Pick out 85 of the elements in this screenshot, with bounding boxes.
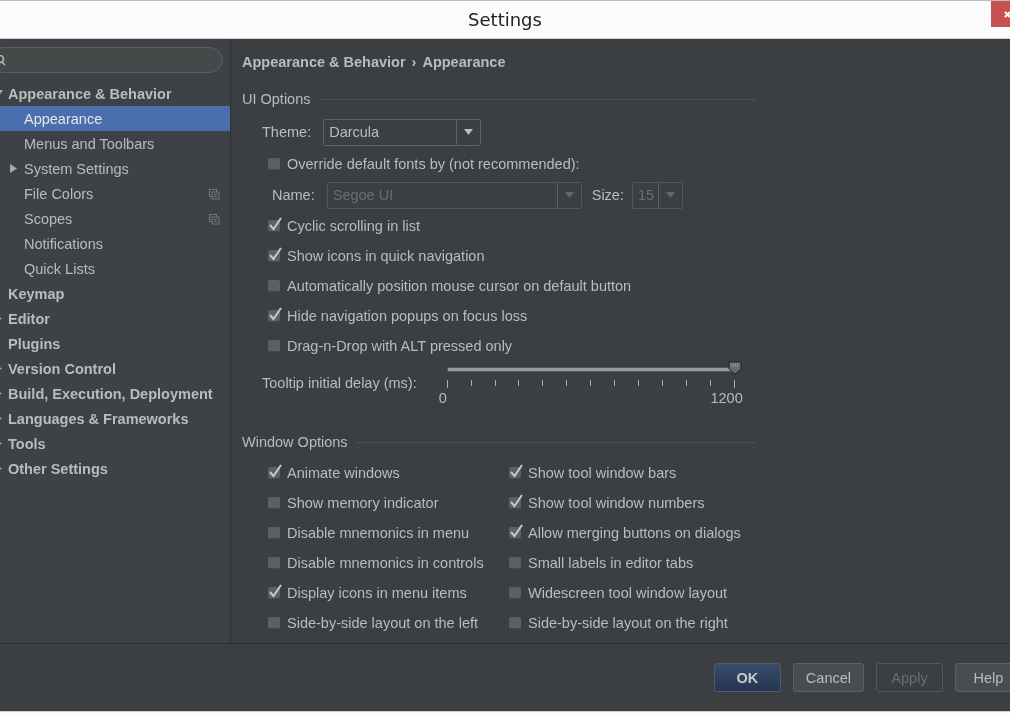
caret-icon (564, 192, 574, 198)
slider-thumb[interactable] (727, 361, 742, 375)
checkbox-label: Small labels in editor tabs (528, 555, 694, 571)
slider-max-label: 1200 (710, 390, 743, 406)
section-title: UI Options (242, 91, 311, 107)
dialog-button[interactable]: Cancel (792, 663, 864, 692)
slider-label: Tooltip initial delay (ms): (262, 375, 417, 391)
tree-item[interactable]: Appearance & Behavior (0, 81, 230, 106)
checkbox[interactable] (268, 527, 280, 539)
breadcrumb-item: Appearance (422, 54, 506, 70)
checkbox-label: Allow merging buttons on dialogs (528, 525, 741, 541)
dialog-button[interactable]: Help (955, 663, 1010, 692)
tree-item[interactable]: Editor (0, 306, 230, 331)
tree-item[interactable]: File Colors (0, 181, 230, 206)
checkbox-label: Side-by-side layout on the right (528, 615, 728, 631)
theme-label: Theme: (262, 124, 312, 140)
name-label: Name: (272, 187, 315, 203)
tree-item[interactable]: Plugins (0, 331, 230, 356)
caret-icon (665, 192, 675, 198)
checkmark-icon (268, 584, 282, 598)
checkmark-icon (268, 217, 282, 231)
checkbox[interactable] (509, 557, 521, 569)
checkbox[interactable] (268, 467, 280, 479)
checkbox[interactable] (509, 617, 521, 629)
tree-item[interactable]: Other Settings (0, 456, 230, 481)
search-field[interactable] (0, 47, 223, 73)
tree-item[interactable]: System Settings (0, 156, 230, 181)
checkbox-label: Disable mnemonics in menu (287, 525, 470, 541)
checkbox[interactable] (509, 467, 521, 479)
checkmark-icon (268, 307, 282, 321)
checkbox[interactable] (509, 527, 521, 539)
checkbox[interactable] (268, 158, 280, 170)
breadcrumb-separator: › (411, 54, 417, 70)
tree-item[interactable]: Quick Lists (0, 256, 230, 281)
tree-item[interactable]: Version Control (0, 356, 230, 381)
checkbox[interactable] (268, 557, 280, 569)
checkbox-label: Widescreen tool window layout (528, 585, 728, 601)
breadcrumb-item: Appearance & Behavior (242, 54, 406, 70)
checkbox[interactable] (509, 497, 521, 509)
checkbox-label: Show memory indicator (287, 495, 439, 511)
checkbox[interactable] (268, 497, 280, 509)
checkbox-label: Override default fonts by (not recommended): (287, 156, 580, 172)
checkbox-label: Show tool window numbers (528, 495, 705, 511)
checkbox-label: Automatically position mouse cursor on default button (287, 278, 632, 294)
caret-icon (464, 129, 474, 135)
checkmark-icon (268, 247, 282, 261)
checkbox[interactable] (509, 587, 521, 599)
checkbox-label: Display icons in menu items (287, 585, 467, 601)
size-label: Size: (591, 187, 624, 203)
checkmark-icon (268, 464, 282, 478)
checkmark-icon (509, 524, 523, 538)
search-icon (0, 54, 6, 66)
checkbox[interactable] (268, 617, 280, 629)
close-icon (1003, 9, 1010, 19)
tree-item[interactable]: Tools (0, 431, 230, 456)
checkbox[interactable] (268, 280, 280, 292)
dialog-button[interactable]: OK (713, 663, 781, 692)
checkbox-label: Show icons in quick navigation (287, 248, 485, 264)
window-title: Settings (468, 9, 542, 30)
dropdown[interactable]: Darcula (323, 118, 482, 146)
checkbox-label: Side-by-side layout on the left (287, 615, 479, 631)
checkbox[interactable] (268, 587, 280, 599)
checkbox-label: Animate windows (287, 465, 400, 481)
checkmark-icon (509, 494, 523, 508)
tree-item[interactable]: Menus and Toolbars (0, 131, 230, 156)
checkbox[interactable] (268, 340, 280, 352)
tree-item[interactable]: Notifications (0, 231, 230, 256)
tree-item[interactable]: Scopes (0, 206, 230, 231)
checkbox-label: Show tool window bars (528, 465, 677, 481)
checkbox-label: Drag-n-Drop with ALT pressed only (287, 338, 513, 354)
checkbox-label: Hide navigation popups on focus loss (287, 308, 528, 324)
tree-item[interactable]: Build, Execution, Deployment (0, 381, 230, 406)
slider-min-label: 0 (438, 390, 447, 406)
section-title: Window Options (242, 434, 348, 450)
tree-item[interactable]: Languages & Frameworks (0, 406, 230, 431)
close-button[interactable] (991, 1, 1010, 27)
expand-arrow-icon (10, 164, 18, 173)
tree-item[interactable]: Appearance (0, 106, 230, 131)
checkmark-icon (509, 464, 523, 478)
checkbox-label: Cyclic scrolling in list (287, 218, 420, 234)
checkbox[interactable] (268, 220, 280, 232)
tree-item[interactable]: Keymap (0, 281, 230, 306)
checkbox[interactable] (268, 250, 280, 262)
checkbox-label: Disable mnemonics in controls (287, 555, 484, 571)
checkbox[interactable] (268, 310, 280, 322)
